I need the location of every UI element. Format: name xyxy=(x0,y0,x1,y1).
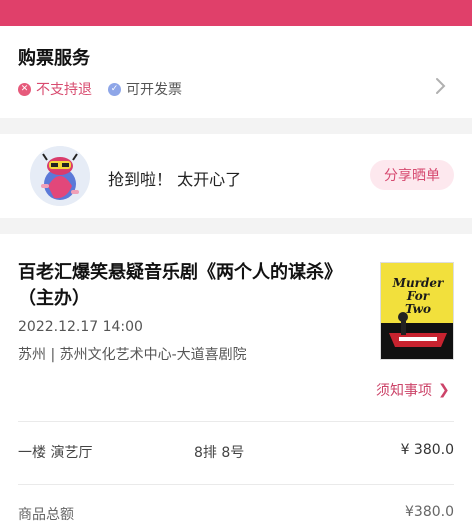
close-circle-icon: ✕ xyxy=(18,82,31,96)
total-value: ¥380.0 xyxy=(405,504,454,520)
service-title: 购票服务 xyxy=(18,48,90,69)
ticket-price: ¥ 380.0 xyxy=(400,442,454,458)
share-button[interactable]: 分享晒单 xyxy=(370,160,454,190)
show-title[interactable]: 百老汇爆笑悬疑音乐剧《两个人的谋杀》（主办） xyxy=(18,260,348,312)
total-row: 商品总额 ¥380.0 xyxy=(18,504,454,524)
service-tags: ✕ 不支持退 ✓ 可开发票 xyxy=(18,79,198,99)
show-poster[interactable]: Murder For Two xyxy=(380,262,454,360)
check-circle-icon: ✓ xyxy=(108,82,121,96)
poster-word-3: Two xyxy=(405,302,431,316)
no-refund-tag: ✕ 不支持退 xyxy=(18,79,92,99)
no-refund-label: 不支持退 xyxy=(36,82,92,98)
chevron-right-icon[interactable] xyxy=(428,74,452,98)
share-message: 抢到啦！ 太开心了 xyxy=(108,170,242,189)
ticket-service-card[interactable]: 购票服务 ✕ 不支持退 ✓ 可开发票 xyxy=(0,26,472,118)
notice-link[interactable]: 须知事项 ❯ xyxy=(376,380,450,400)
top-header-bar xyxy=(0,0,472,26)
divider xyxy=(18,484,454,485)
ticket-area: 一楼 演艺厅 xyxy=(18,445,93,461)
mascot-avatar xyxy=(30,146,90,206)
chevron-right-icon: ❯ xyxy=(438,382,450,398)
show-datetime: 2022.12.17 14:00 xyxy=(18,319,143,335)
notice-label: 须知事项 xyxy=(376,383,432,399)
invoice-tag: ✓ 可开发票 xyxy=(108,79,182,99)
total-label: 商品总额 xyxy=(18,507,74,523)
show-venue: 苏州 | 苏州文化艺术中心-大道喜剧院 xyxy=(18,347,247,363)
divider xyxy=(18,421,454,422)
ticket-seat: 8排 8号 xyxy=(194,445,245,461)
invoice-label: 可开发票 xyxy=(126,82,182,98)
share-card: 抢到啦！ 太开心了 分享晒单 xyxy=(0,134,472,218)
order-detail-card: 百老汇爆笑悬疑音乐剧《两个人的谋杀》（主办） 2022.12.17 14:00 … xyxy=(0,234,472,529)
